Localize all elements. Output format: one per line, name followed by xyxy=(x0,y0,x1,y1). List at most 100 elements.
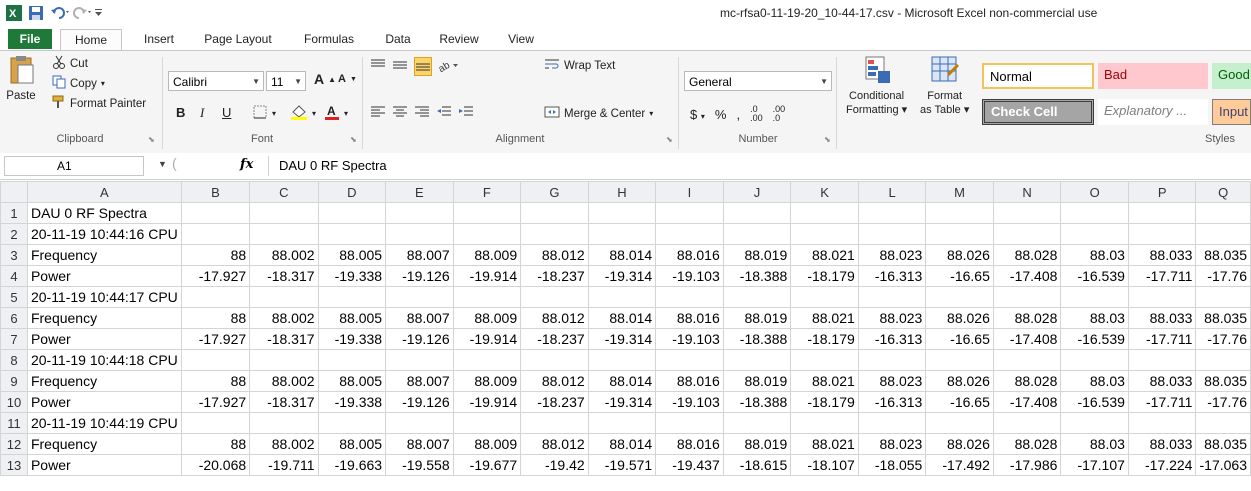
cell[interactable]: 88.033 xyxy=(1127,244,1197,266)
cell[interactable]: -17.711 xyxy=(1127,328,1197,350)
cell[interactable]: 88.021 xyxy=(790,433,859,455)
cell[interactable] xyxy=(1060,412,1129,434)
row-header[interactable]: 4 xyxy=(0,265,28,287)
cell[interactable] xyxy=(722,412,792,434)
increase-decimal-button[interactable]: .0.00 xyxy=(750,105,763,123)
column-header[interactable]: K xyxy=(790,181,859,203)
cell[interactable] xyxy=(249,202,319,224)
font-launcher-icon[interactable]: ⬊ xyxy=(350,135,357,144)
cell[interactable]: 88.014 xyxy=(587,244,657,266)
cell[interactable] xyxy=(1195,202,1251,224)
cell[interactable] xyxy=(655,202,724,224)
row-header[interactable]: 3 xyxy=(0,244,28,266)
cell[interactable]: 88.028 xyxy=(992,370,1062,392)
cell[interactable]: -18.317 xyxy=(249,391,319,413)
column-header[interactable]: J xyxy=(722,181,792,203)
column-header[interactable]: G xyxy=(520,181,589,203)
column-header[interactable]: C xyxy=(249,181,319,203)
cell[interactable]: 88.002 xyxy=(249,244,319,266)
cell[interactable]: 88.026 xyxy=(925,370,994,392)
column-header[interactable]: D xyxy=(317,181,387,203)
paste-button[interactable]: Paste xyxy=(6,55,36,102)
cell[interactable]: -18.388 xyxy=(722,391,792,413)
cell[interactable] xyxy=(1195,223,1251,245)
cell[interactable]: 88.007 xyxy=(385,370,454,392)
cell[interactable]: -17.492 xyxy=(925,454,994,476)
underline-button[interactable]: U xyxy=(222,105,231,120)
cell[interactable]: -16.313 xyxy=(857,265,927,287)
cell[interactable] xyxy=(317,223,387,245)
cell[interactable] xyxy=(790,412,859,434)
cell[interactable] xyxy=(452,412,522,434)
column-header[interactable]: L xyxy=(857,181,927,203)
cell[interactable]: 88.023 xyxy=(857,433,927,455)
align-center-icon[interactable] xyxy=(392,105,408,122)
clipboard-launcher-icon[interactable]: ⬊ xyxy=(148,135,155,144)
number-launcher-icon[interactable]: ⬊ xyxy=(824,135,831,144)
format-as-table-button[interactable]: Format as Table ▾ xyxy=(920,55,969,116)
column-header[interactable]: P xyxy=(1127,181,1197,203)
cell[interactable] xyxy=(385,223,454,245)
cell[interactable]: -16.539 xyxy=(1060,391,1129,413)
cell[interactable] xyxy=(317,349,387,371)
cell[interactable]: 88.016 xyxy=(655,307,724,329)
row-header[interactable]: 2 xyxy=(0,223,28,245)
cell[interactable]: Frequency xyxy=(26,433,182,455)
cell[interactable] xyxy=(317,412,387,434)
cell[interactable]: -19.677 xyxy=(452,454,522,476)
cell[interactable] xyxy=(385,412,454,434)
cell[interactable]: -19.914 xyxy=(452,328,522,350)
cell[interactable] xyxy=(520,202,589,224)
cell[interactable] xyxy=(317,286,387,308)
cell[interactable] xyxy=(249,412,319,434)
cell[interactable]: 88.012 xyxy=(520,370,589,392)
cell[interactable] xyxy=(992,202,1062,224)
font-size-select[interactable]: 11 ▼ xyxy=(266,71,306,91)
cell[interactable]: -17.711 xyxy=(1127,265,1197,287)
cell[interactable]: 88 xyxy=(180,244,251,266)
cell[interactable]: 88.002 xyxy=(249,307,319,329)
cell[interactable]: -19.338 xyxy=(317,265,387,287)
fill-color-button[interactable]: ▾ xyxy=(290,104,316,123)
cell[interactable]: -20.068 xyxy=(180,454,251,476)
cell[interactable]: -19.571 xyxy=(587,454,657,476)
cell[interactable]: Frequency xyxy=(26,307,182,329)
cell[interactable]: 88.035 xyxy=(1195,307,1251,329)
cell[interactable] xyxy=(992,349,1062,371)
cell[interactable]: 20-11-19 10:44:19 CPU xyxy=(26,412,182,434)
spreadsheet-grid[interactable]: ABCDEFGHIJKLMNOPQ 1 DAU 0 RF Spectra 2 20-1… xyxy=(0,181,1251,476)
row-header[interactable]: 11 xyxy=(0,412,28,434)
cell[interactable] xyxy=(587,349,657,371)
style-check-cell[interactable]: Check Cell xyxy=(982,99,1094,125)
column-header[interactable]: M xyxy=(925,181,994,203)
tab-home[interactable]: Home xyxy=(60,29,122,51)
column-header[interactable]: O xyxy=(1060,181,1129,203)
cell[interactable]: -18.179 xyxy=(790,391,859,413)
cell[interactable]: 88.028 xyxy=(992,244,1062,266)
conditional-formatting-button[interactable]: Conditional Formatting ▾ xyxy=(846,55,907,116)
cell[interactable]: -18.388 xyxy=(722,328,792,350)
tab-review[interactable]: Review xyxy=(432,29,486,50)
cell[interactable]: -18.317 xyxy=(249,265,319,287)
cell[interactable] xyxy=(857,349,927,371)
worksheet-table[interactable]: ABCDEFGHIJKLMNOPQ 1 DAU 0 RF Spectra 2 20-1… xyxy=(0,181,1251,476)
row-header[interactable]: 13 xyxy=(0,454,28,476)
tab-view[interactable]: View xyxy=(500,29,542,50)
font-name-select[interactable]: Calibri ▼ xyxy=(168,71,264,91)
cell[interactable]: 88.009 xyxy=(452,370,522,392)
name-box[interactable]: A1 xyxy=(4,156,144,176)
cell[interactable]: 88.026 xyxy=(925,244,994,266)
cell[interactable]: 88.014 xyxy=(587,307,657,329)
italic-button[interactable]: I xyxy=(200,105,204,121)
cell[interactable] xyxy=(180,412,251,434)
formula-input[interactable]: DAU 0 RF Spectra xyxy=(268,156,1248,176)
cell[interactable]: -19.338 xyxy=(317,391,387,413)
cell[interactable]: 88.012 xyxy=(520,433,589,455)
cell[interactable] xyxy=(925,202,994,224)
cell[interactable] xyxy=(655,223,724,245)
align-top-icon[interactable] xyxy=(370,58,386,75)
cell[interactable]: -19.103 xyxy=(655,265,724,287)
cell[interactable]: 88.016 xyxy=(655,433,724,455)
row-header[interactable]: 6 xyxy=(0,307,28,329)
cell[interactable]: -19.314 xyxy=(587,328,657,350)
